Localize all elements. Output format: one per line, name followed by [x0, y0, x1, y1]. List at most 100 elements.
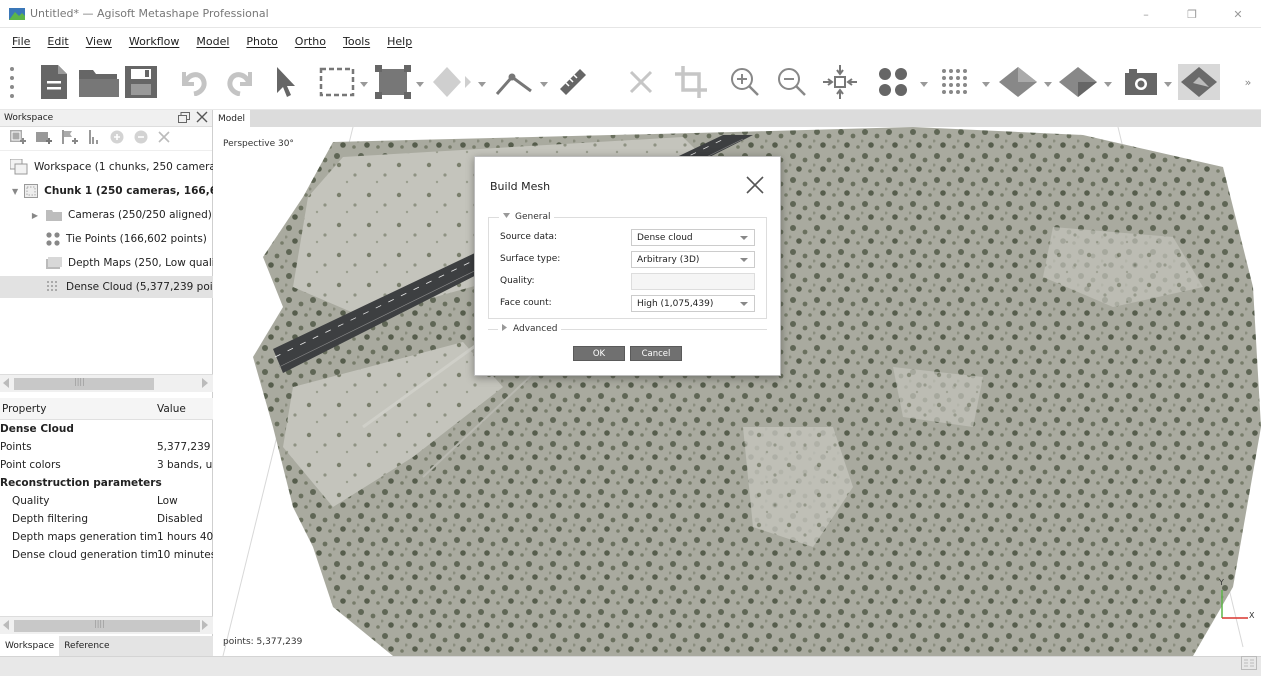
rotate-object-icon[interactable]: [432, 64, 472, 100]
toolbar-overflow-button[interactable]: »: [1240, 64, 1256, 100]
chevron-down-icon: [740, 302, 748, 306]
general-group-header[interactable]: General: [499, 212, 555, 222]
advanced-group-header[interactable]: Advanced: [498, 324, 562, 334]
ok-button[interactable]: OK: [573, 346, 625, 361]
scroll-right-icon[interactable]: [202, 620, 208, 633]
status-bar: [0, 656, 1261, 676]
add-marker-icon[interactable]: [62, 130, 78, 147]
menu-photo[interactable]: Photo: [246, 35, 277, 48]
tab-workspace[interactable]: Workspace: [0, 636, 60, 656]
chevron-down-icon[interactable]: [540, 78, 548, 87]
toolbar-grip-icon: [8, 64, 16, 100]
scroll-left-icon[interactable]: [3, 378, 9, 391]
tree-item-dense-cloud[interactable]: Dense Cloud (5,377,239 points, Lo: [0, 276, 213, 298]
tab-reference[interactable]: Reference: [59, 636, 114, 656]
menu-view[interactable]: View: [86, 35, 112, 48]
scroll-right-icon[interactable]: [202, 378, 208, 391]
undock-icon[interactable]: [178, 111, 190, 126]
source-data-select[interactable]: Dense cloud: [631, 229, 755, 246]
chevron-down-icon[interactable]: [982, 78, 990, 87]
open-folder-icon[interactable]: [78, 64, 120, 100]
scrollbar-thumb[interactable]: ||||: [14, 377, 154, 390]
value-column-header[interactable]: Value: [157, 403, 186, 415]
chevron-down-icon[interactable]: [920, 78, 928, 87]
folder-icon: [46, 209, 62, 221]
surface-type-select[interactable]: Arbitrary (3D): [631, 251, 755, 268]
tree-item-tie-points[interactable]: Tie Points (166,602 points): [0, 228, 213, 250]
menu-model[interactable]: Model: [196, 35, 229, 48]
ruler-icon[interactable]: [556, 64, 590, 100]
scrollbar-thumb[interactable]: ||||: [14, 619, 200, 632]
dense-cloud-icon[interactable]: [938, 64, 972, 100]
chevron-down-icon[interactable]: ▼: [12, 187, 18, 196]
draw-polyline-icon[interactable]: [494, 64, 534, 100]
menu-ortho[interactable]: Ortho: [295, 35, 326, 48]
rectangle-select-icon[interactable]: [318, 64, 356, 100]
tab-model[interactable]: Model: [213, 110, 251, 127]
metashape-logo-icon: [9, 7, 25, 20]
disable-icon[interactable]: [134, 130, 148, 147]
redo-icon[interactable]: [224, 64, 258, 100]
tie-points-icon[interactable]: [876, 64, 910, 100]
tree-item-label: Dense Cloud (5,377,239 points, Lo: [66, 281, 213, 293]
face-count-select[interactable]: High (1,075,439): [631, 295, 755, 312]
properties-horizontal-scrollbar[interactable]: ||||: [0, 616, 213, 634]
chevron-down-icon[interactable]: [360, 78, 368, 87]
cancel-button[interactable]: Cancel: [630, 346, 682, 361]
add-scalebar-icon[interactable]: [88, 130, 100, 147]
chevron-down-icon[interactable]: [1164, 78, 1172, 87]
tree-item-cameras[interactable]: ▶ Cameras (250/250 aligned): [0, 204, 213, 226]
menu-file[interactable]: File: [12, 35, 30, 48]
add-chunk-icon[interactable]: [10, 130, 26, 147]
tree-item-depth-maps[interactable]: Depth Maps (250, Low quality, Di: [0, 252, 213, 274]
chevron-down-icon[interactable]: [478, 78, 486, 87]
delete-icon[interactable]: [624, 64, 658, 100]
perspective-label: Perspective 30°: [223, 139, 294, 149]
save-icon[interactable]: [124, 64, 158, 100]
close-panel-icon[interactable]: [196, 111, 208, 126]
menu-tools[interactable]: Tools: [343, 35, 370, 48]
chevron-right-icon[interactable]: [502, 324, 508, 334]
chevron-down-icon[interactable]: [1044, 78, 1052, 87]
pointer-icon[interactable]: [272, 64, 298, 100]
tree-item-workspace[interactable]: Workspace (1 chunks, 250 cameras): [0, 156, 213, 178]
remove-item-icon[interactable]: [158, 131, 170, 146]
title-bar: Untitled* — Agisoft Metashape Profession…: [0, 0, 1261, 28]
reset-view-icon[interactable]: [822, 64, 858, 100]
enable-icon[interactable]: [110, 130, 124, 147]
chevron-down-icon[interactable]: [503, 212, 510, 222]
maximize-button[interactable]: ❐: [1169, 0, 1215, 28]
axis-y-label: Y: [1219, 578, 1224, 587]
add-photos-icon[interactable]: [36, 130, 52, 147]
chevron-right-icon[interactable]: ▶: [30, 211, 40, 220]
quality-select[interactable]: [631, 273, 755, 290]
menu-help[interactable]: Help: [387, 35, 412, 48]
model-solid-icon[interactable]: [1058, 64, 1098, 100]
minimize-button[interactable]: –: [1123, 0, 1169, 28]
resize-region-icon[interactable]: [374, 64, 412, 100]
camera-icon[interactable]: [1124, 64, 1158, 100]
menu-edit[interactable]: Edit: [47, 35, 68, 48]
tree-item-chunk[interactable]: ▼ Chunk 1 (250 cameras, 166,602 poi: [0, 180, 213, 202]
show-images-icon[interactable]: [1178, 64, 1220, 100]
model-shaded-icon[interactable]: [998, 64, 1038, 100]
tree-item-label: Cameras (250/250 aligned): [68, 209, 212, 221]
zoom-in-icon[interactable]: [728, 64, 762, 100]
undo-icon[interactable]: [176, 64, 210, 100]
property-section: Dense Cloud: [0, 423, 74, 435]
scroll-left-icon[interactable]: [3, 620, 9, 633]
chevron-down-icon[interactable]: [1104, 78, 1112, 87]
chevron-down-icon[interactable]: [416, 78, 424, 87]
property-section: Reconstruction parameters: [0, 477, 162, 489]
resize-grip-icon[interactable]: [1241, 656, 1257, 673]
close-icon[interactable]: [745, 175, 765, 195]
property-row: Points 5,377,239: [0, 441, 211, 453]
property-column-header[interactable]: Property: [0, 403, 157, 415]
tree-horizontal-scrollbar[interactable]: ||||: [0, 374, 213, 392]
zoom-out-icon[interactable]: [775, 64, 809, 100]
new-document-icon[interactable]: [36, 64, 70, 100]
tie-points-icon: [46, 232, 60, 246]
crop-icon[interactable]: [674, 64, 708, 100]
close-button[interactable]: ✕: [1215, 0, 1261, 28]
menu-workflow[interactable]: Workflow: [129, 35, 180, 48]
